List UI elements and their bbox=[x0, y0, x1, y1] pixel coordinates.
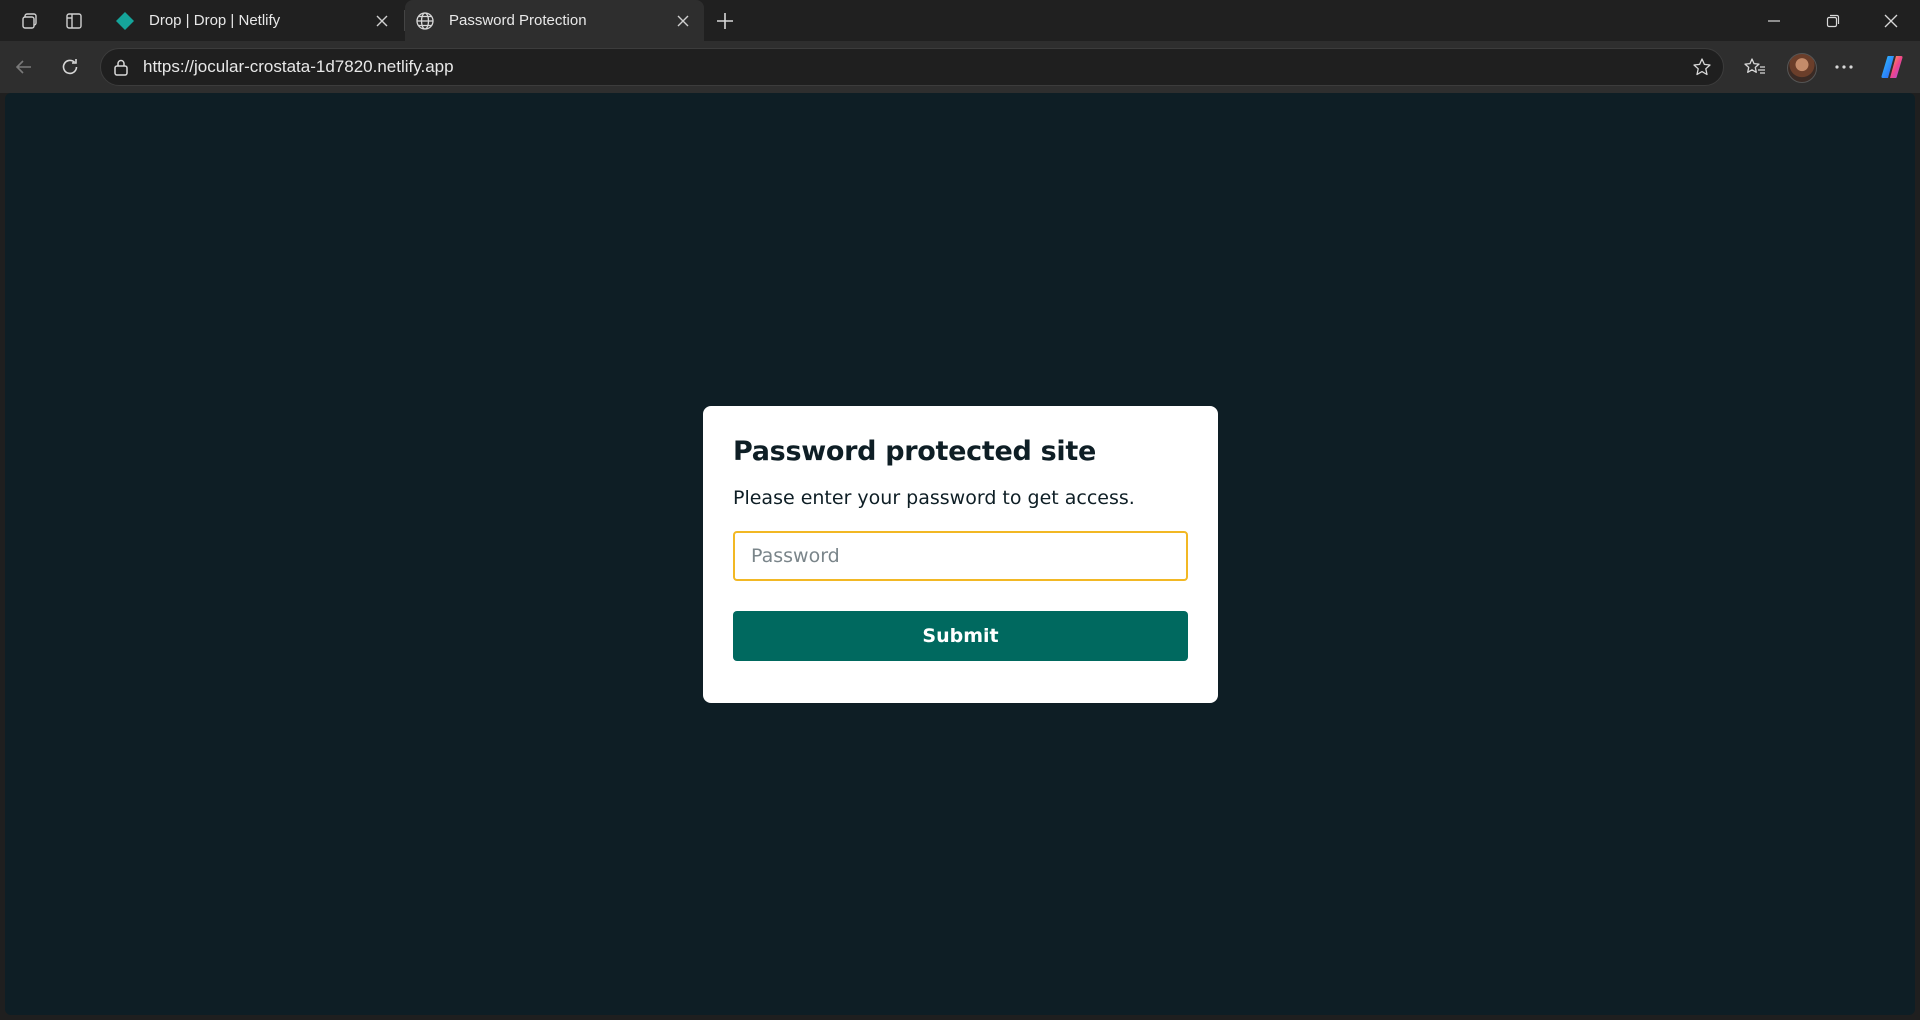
close-tab-icon[interactable] bbox=[672, 10, 694, 32]
more-options-icon[interactable] bbox=[1828, 51, 1860, 83]
page-description: Please enter your password to get access… bbox=[733, 487, 1135, 509]
tab-drop-netlify[interactable]: Drop | Drop | Netlify bbox=[105, 0, 403, 41]
new-tab-icon[interactable] bbox=[712, 8, 738, 34]
submit-button[interactable]: Submit bbox=[733, 611, 1188, 661]
workspaces-icon[interactable] bbox=[17, 8, 43, 34]
globe-icon bbox=[415, 11, 435, 31]
profile-avatar[interactable] bbox=[1787, 53, 1817, 83]
password-input[interactable] bbox=[733, 531, 1188, 581]
tab-title: Password Protection bbox=[449, 12, 587, 29]
password-card: Password protected site Please enter you… bbox=[703, 406, 1218, 703]
favorite-star-icon[interactable] bbox=[1691, 56, 1713, 78]
address-bar[interactable]: https://jocular-crostata-1d7820.netlify.… bbox=[100, 48, 1724, 86]
site-info-lock-icon[interactable] bbox=[111, 57, 131, 77]
netlify-diamond-icon bbox=[115, 11, 135, 31]
page-viewport: Password protected site Please enter you… bbox=[5, 93, 1915, 1015]
url-text[interactable]: https://jocular-crostata-1d7820.netlify.… bbox=[143, 57, 454, 77]
minimize-icon[interactable] bbox=[1745, 0, 1803, 41]
back-icon[interactable] bbox=[8, 51, 40, 83]
close-window-icon[interactable] bbox=[1862, 0, 1920, 41]
tab-password-protection[interactable]: Password Protection bbox=[405, 0, 704, 41]
copilot-icon[interactable] bbox=[1876, 51, 1908, 83]
page-title: Password protected site bbox=[733, 436, 1096, 467]
refresh-icon[interactable] bbox=[54, 51, 86, 83]
tab-title: Drop | Drop | Netlify bbox=[149, 12, 281, 29]
browser-toolbar: https://jocular-crostata-1d7820.netlify.… bbox=[0, 41, 1920, 93]
favorites-icon[interactable] bbox=[1739, 51, 1771, 83]
restore-icon[interactable] bbox=[1804, 0, 1862, 41]
browser-tab-strip: Drop | Drop | Netlify Password Protectio… bbox=[0, 0, 1920, 41]
close-tab-icon[interactable] bbox=[371, 10, 393, 32]
vertical-tabs-icon[interactable] bbox=[61, 8, 87, 34]
